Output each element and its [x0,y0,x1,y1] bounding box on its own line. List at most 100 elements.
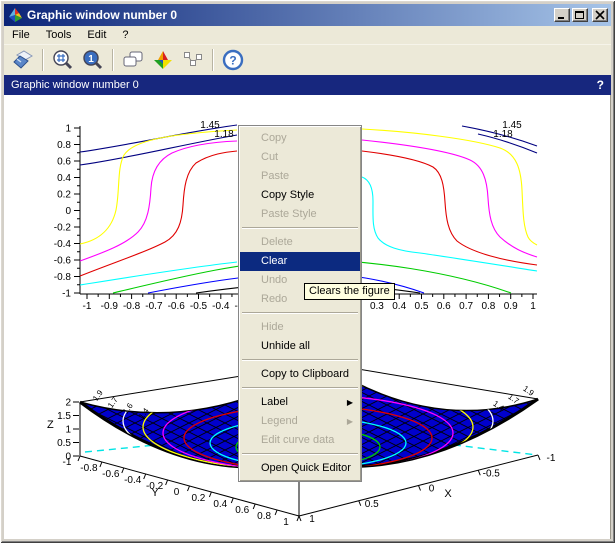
menu-item-delete: Delete [240,233,360,252]
zoom-original-button[interactable]: 1 [80,47,106,73]
svg-text:1.18: 1.18 [493,129,513,140]
titlebar[interactable]: Graphic window number 0 [4,4,611,26]
tooltip: Clears the figure [304,283,395,300]
menu-item-copy: Copy [240,129,360,148]
help-button[interactable]: ? [220,47,246,73]
svg-text:0.5: 0.5 [365,499,379,510]
svg-text:2: 2 [65,398,71,409]
svg-text:-0.2: -0.2 [54,223,72,234]
datatip-button[interactable] [180,47,206,73]
svg-text:0.4: 0.4 [213,499,227,510]
menu-item-paste: Paste [240,167,360,186]
svg-text:0.4: 0.4 [57,173,71,184]
menu-item-cut: Cut [240,148,360,167]
menu-item-open-quick-editor[interactable]: Open Quick Editor [240,459,360,478]
menu-item-paste-style: Paste Style [240,205,360,224]
maximize-button[interactable] [572,8,588,22]
menu-file[interactable]: File [4,27,38,43]
svg-text:0.6: 0.6 [57,157,71,168]
svg-text:-0.4: -0.4 [124,475,142,486]
info-bar: Graphic window number 0 ? [4,75,611,95]
svg-text:-1: -1 [83,301,92,312]
toolbar-separator [212,49,214,71]
context-menu-separator [242,359,358,361]
svg-text:-1: -1 [547,453,556,464]
menu-item-label[interactable]: Label▶ [240,393,360,412]
submenu-arrow-icon: ▶ [347,393,353,412]
svg-text:0.8: 0.8 [57,140,71,151]
context-menu-separator [242,387,358,389]
svg-text:Z: Z [47,419,54,431]
menu-edit[interactable]: Edit [79,27,114,43]
menu-item-copy-style[interactable]: Copy Style [240,186,360,205]
svg-text:0: 0 [65,206,71,217]
context-menu-separator [242,312,358,314]
context-menu-separator [242,227,358,229]
svg-text:-0.4: -0.4 [54,239,72,250]
info-bar-help: ? [597,78,604,92]
svg-text:-0.9: -0.9 [101,301,119,312]
help-icon: ? [221,48,245,72]
colormap-icon [151,48,175,72]
toolbar-separator [42,49,44,71]
close-button[interactable] [592,8,608,22]
svg-text:-0.6: -0.6 [168,301,186,312]
svg-text:0.8: 0.8 [257,511,271,522]
menu-[interactable]: ? [114,27,136,43]
svg-text:0.5: 0.5 [57,438,71,449]
svg-text:Y: Y [151,487,159,499]
figure-editor-button[interactable] [120,47,146,73]
menu-item-copy-to-clipboard[interactable]: Copy to Clipboard [240,365,360,384]
colormap-button[interactable] [150,47,176,73]
svg-text:-0.7: -0.7 [145,301,163,312]
app-window: Graphic window number 0 FileToolsEdit? [0,0,615,543]
zoom-area-button[interactable] [50,47,76,73]
svg-text:1: 1 [88,54,94,65]
menu-bar: FileToolsEdit? [4,26,611,44]
scilab-icon [7,7,23,23]
svg-text:1.18: 1.18 [214,129,234,140]
svg-text:1.5: 1.5 [57,411,71,422]
svg-text:1: 1 [309,514,315,525]
menu-item-unhide-all[interactable]: Unhide all [240,337,360,356]
toolbar: 1 [4,44,611,75]
svg-text:0: 0 [429,484,435,495]
svg-text:0.6: 0.6 [235,505,249,516]
context-menu-separator [242,453,358,455]
datatip-icon [181,48,205,72]
menu-item-clear[interactable]: Clear [240,252,360,271]
svg-text:X: X [444,488,452,500]
menu-tools[interactable]: Tools [38,27,80,43]
svg-text:1: 1 [65,425,71,436]
rotate-button[interactable] [10,47,36,73]
zoom-original-icon: 1 [81,48,105,72]
svg-text:0.2: 0.2 [57,190,71,201]
svg-text:0.5: 0.5 [415,301,429,312]
menu-item-legend: Legend▶ [240,412,360,431]
svg-text:-0.6: -0.6 [54,256,72,267]
svg-text:-0.8: -0.8 [123,301,141,312]
svg-text:-1: -1 [63,457,72,468]
svg-text:-0.4: -0.4 [212,301,230,312]
minimize-icon [556,10,568,20]
figure-canvas[interactable]: -1-0.9-0.8-0.7-0.6-0.5-0.4-0.3-0.2-0.100… [4,95,611,539]
close-icon [594,10,606,20]
maximize-icon [574,10,586,20]
svg-text:0.9: 0.9 [504,301,518,312]
submenu-arrow-icon: ▶ [347,412,353,431]
context-menu: CopyCutPasteCopy StylePaste StyleDeleteC… [238,125,362,482]
zoom-area-icon [51,48,75,72]
info-bar-text: Graphic window number 0 [11,79,139,91]
svg-text:0.6: 0.6 [437,301,451,312]
svg-text:-0.8: -0.8 [54,272,72,283]
svg-text:-0.5: -0.5 [190,301,208,312]
minimize-button[interactable] [554,8,570,22]
menu-item-edit-curve-data: Edit curve data [240,431,360,450]
svg-text:0.4: 0.4 [392,301,406,312]
svg-text:1: 1 [283,517,289,528]
svg-text:1: 1 [65,124,71,135]
svg-text:-0.8: -0.8 [80,463,98,474]
menu-item-hide: Hide [240,318,360,337]
svg-text:1.9: 1.9 [521,384,536,398]
svg-text:0.3: 0.3 [370,301,384,312]
